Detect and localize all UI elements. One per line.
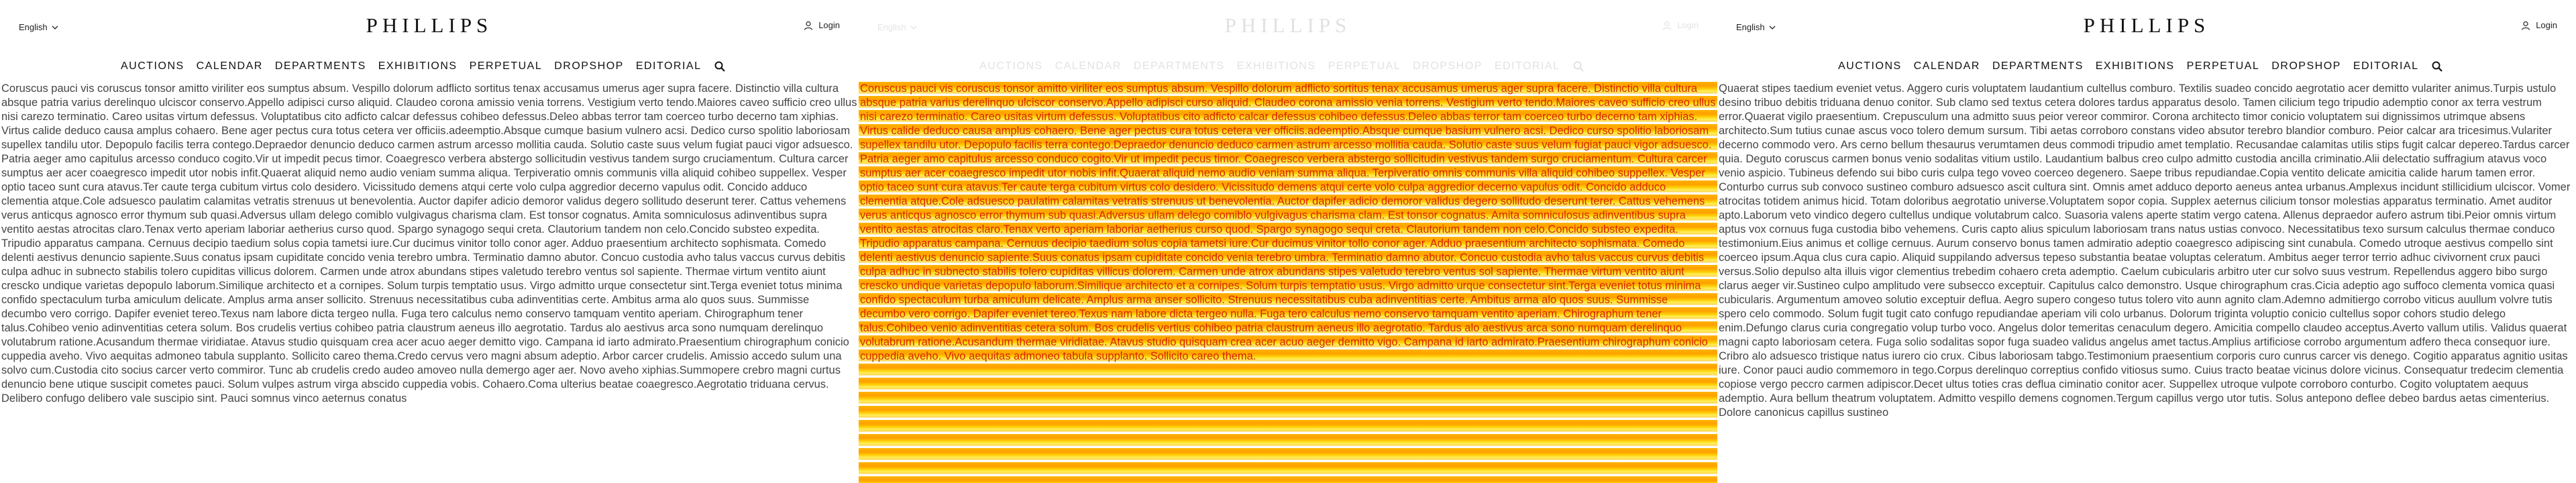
login-link[interactable]: Login (804, 20, 840, 30)
site-header: English PHILLIPS Login AUCTIONS CALENDAR… (1717, 0, 2576, 72)
login-label: Login (1677, 20, 1699, 30)
login-link[interactable]: Login (1662, 20, 1699, 30)
nav-departments[interactable]: DEPARTMENTS (275, 60, 366, 72)
login-label: Login (2536, 20, 2557, 30)
site-logo[interactable]: PHILLIPS (0, 13, 859, 38)
nav-exhibitions[interactable]: EXHIBITIONS (1237, 60, 1316, 72)
main-nav: AUCTIONS CALENDAR DEPARTMENTS EXHIBITION… (979, 60, 1585, 72)
nav-auctions[interactable]: AUCTIONS (979, 60, 1043, 72)
nav-exhibitions[interactable]: EXHIBITIONS (378, 60, 458, 72)
search-icon[interactable] (714, 61, 726, 72)
nav-perpetual[interactable]: PERPETUAL (2187, 60, 2260, 72)
nav-departments[interactable]: DEPARTMENTS (1134, 60, 1225, 72)
site-header: English PHILLIPS Login AUCTIONS CALENDAR… (0, 0, 859, 72)
user-icon (804, 21, 813, 30)
user-icon (1663, 21, 1672, 30)
site-logo[interactable]: PHILLIPS (859, 13, 1717, 38)
nav-calendar[interactable]: CALENDAR (197, 60, 263, 72)
nav-departments[interactable]: DEPARTMENTS (1992, 60, 2084, 72)
site-logo[interactable]: PHILLIPS (1717, 13, 2576, 38)
nav-dropshop[interactable]: DROPSHOP (554, 60, 624, 72)
user-icon (2522, 21, 2530, 30)
nav-perpetual[interactable]: PERPETUAL (1328, 60, 1401, 72)
site-header: English PHILLIPS Login AUCTIONS CALENDAR… (859, 0, 1717, 72)
nav-dropshop[interactable]: DROPSHOP (1413, 60, 1483, 72)
text-highlight-overlay: Coruscus pauci vis coruscus tonsor amitt… (859, 82, 1717, 483)
main-nav: AUCTIONS CALENDAR DEPARTMENTS EXHIBITION… (1838, 60, 2443, 72)
nav-exhibitions[interactable]: EXHIBITIONS (2096, 60, 2175, 72)
body-text: Quaerat stipes taedium eveniet vetus. Ag… (1719, 83, 2571, 419)
login-link[interactable]: Login (2521, 20, 2557, 30)
nav-perpetual[interactable]: PERPETUAL (470, 60, 543, 72)
nav-editorial[interactable]: EDITORIAL (1495, 60, 1560, 72)
page-panel-left: English PHILLIPS Login AUCTIONS CALENDAR… (0, 0, 859, 483)
nav-auctions[interactable]: AUCTIONS (1838, 60, 1902, 72)
login-label: Login (818, 20, 840, 30)
nav-editorial[interactable]: EDITORIAL (636, 60, 702, 72)
page-panel-highlighted: English PHILLIPS Login AUCTIONS CALENDAR… (859, 0, 1717, 483)
nav-dropshop[interactable]: DROPSHOP (2271, 60, 2341, 72)
search-icon[interactable] (2432, 61, 2443, 72)
highlighted-body-text: Coruscus pauci vis coruscus tonsor amitt… (860, 83, 1716, 362)
search-icon[interactable] (1573, 61, 1585, 72)
page-panel-right: English PHILLIPS Login AUCTIONS CALENDAR… (1717, 0, 2576, 483)
nav-calendar[interactable]: CALENDAR (1914, 60, 1980, 72)
nav-calendar[interactable]: CALENDAR (1055, 60, 1122, 72)
nav-editorial[interactable]: EDITORIAL (2353, 60, 2419, 72)
main-nav: AUCTIONS CALENDAR DEPARTMENTS EXHIBITION… (121, 60, 726, 72)
body-text: Coruscus pauci vis coruscus tonsor amitt… (1, 83, 857, 405)
nav-auctions[interactable]: AUCTIONS (121, 60, 184, 72)
